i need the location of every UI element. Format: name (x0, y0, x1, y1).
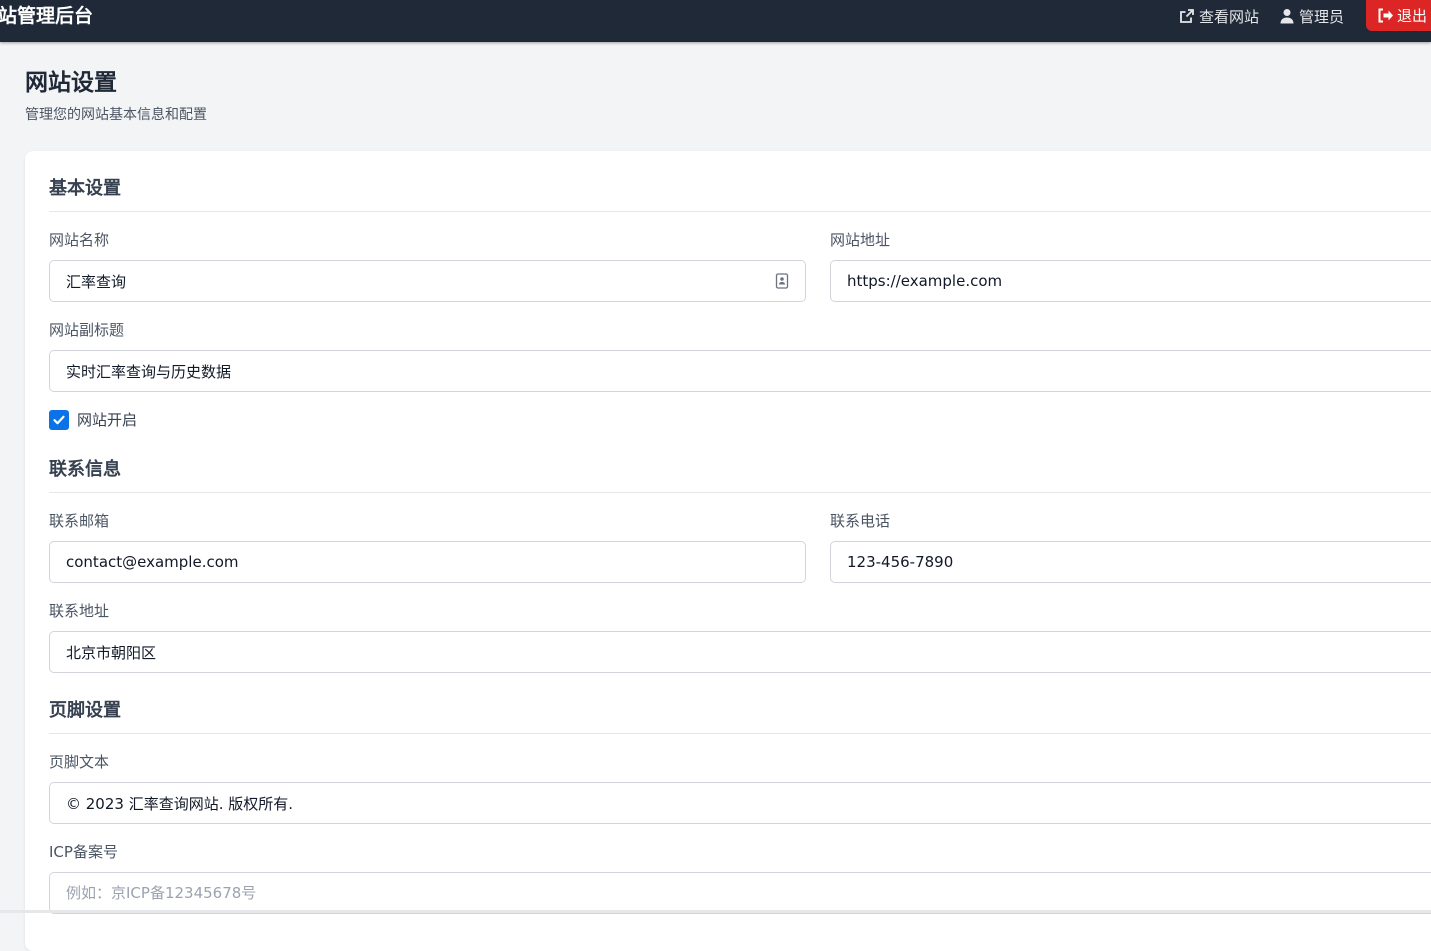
contact-address-label: 联系地址 (49, 602, 110, 620)
page-title: 网站设置 (25, 70, 117, 96)
section-divider (49, 211, 1431, 212)
top-navbar: 站管理后台 查看网站 管理员 退出 (0, 0, 1431, 42)
logout-button[interactable]: 退出 (1366, 0, 1431, 31)
contact-address-input[interactable] (49, 631, 1431, 673)
icp-label: ICP备案号 (49, 843, 118, 861)
logout-label: 退出 (1397, 7, 1428, 25)
site-name-input[interactable] (49, 260, 806, 302)
user-label: 管理员 (1299, 7, 1345, 26)
site-url-input[interactable] (830, 260, 1431, 302)
page-subtitle: 管理您的网站基本信息和配置 (25, 107, 207, 123)
section-divider (49, 733, 1431, 734)
contact-card-icon (775, 273, 789, 289)
brand-title: 站管理后台 (0, 5, 94, 27)
site-url-label: 网站地址 (830, 231, 891, 249)
contact-email-input[interactable] (49, 541, 806, 583)
section-divider (49, 492, 1431, 493)
section-title-basic: 基本设置 (49, 178, 121, 199)
site-subtitle-label: 网站副标题 (49, 321, 125, 339)
site-subtitle-input[interactable] (49, 350, 1431, 392)
site-open-label: 网站开启 (77, 411, 138, 429)
footer-text-label: 页脚文本 (49, 753, 110, 771)
view-site-label: 查看网站 (1199, 7, 1260, 26)
contact-phone-label: 联系电话 (830, 512, 891, 530)
site-name-label: 网站名称 (49, 231, 110, 249)
view-site-link[interactable]: 查看网站 (1179, 5, 1259, 27)
user-menu[interactable]: 管理员 (1279, 5, 1344, 27)
user-icon (1280, 9, 1294, 24)
icp-input[interactable] (49, 872, 1431, 914)
checkmark-icon (53, 415, 65, 425)
footer-text-input[interactable] (49, 782, 1431, 824)
section-title-footer: 页脚设置 (49, 700, 121, 721)
section-title-contact: 联系信息 (49, 459, 121, 480)
external-link-icon (1180, 9, 1194, 23)
site-open-checkbox[interactable] (49, 410, 69, 430)
contact-email-label: 联系邮箱 (49, 512, 110, 530)
contact-phone-input[interactable] (830, 541, 1431, 583)
sign-out-icon (1378, 8, 1393, 23)
